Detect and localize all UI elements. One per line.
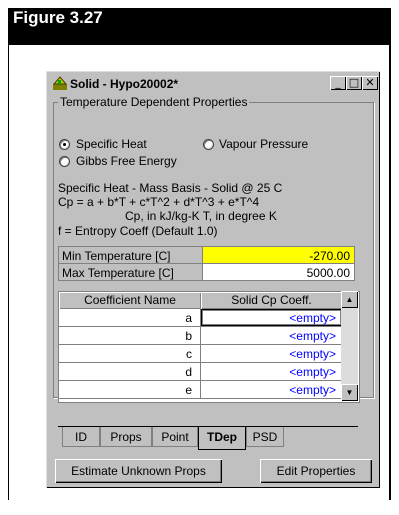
- radio-selected-dot: [63, 143, 66, 146]
- scroll-down-icon[interactable]: ▼: [341, 384, 358, 401]
- solid-cp-coeff-header[interactable]: Solid Cp Coeff.: [201, 292, 342, 309]
- info-line-2: Cp = a + b*T + c*T^2 + d*T^3 + e*T^4: [58, 195, 260, 209]
- table-row-name: e: [59, 381, 201, 399]
- coefficient-name-header[interactable]: Coefficient Name: [59, 292, 201, 309]
- min-temp-label: Min Temperature [C]: [58, 246, 203, 264]
- scroll-up-icon[interactable]: ▲: [341, 291, 358, 308]
- info-line-1: Specific Heat - Mass Basis - Solid @ 25 …: [58, 181, 283, 195]
- tab-tdep[interactable]: TDep: [198, 427, 246, 450]
- vapour-pressure-radio[interactable]: [203, 139, 214, 150]
- coeff-cell[interactable]: <empty>: [201, 345, 342, 363]
- info-line-3: Cp, in kJ/kg-K T, in degree K: [125, 209, 277, 223]
- max-temp-value[interactable]: 5000.00: [202, 263, 355, 281]
- estimate-unknown-props-button[interactable]: Estimate Unknown Props: [55, 459, 222, 483]
- tab-psd[interactable]: PSD: [246, 427, 284, 447]
- gibbs-label[interactable]: Gibbs Free Energy: [76, 154, 177, 168]
- vapour-pressure-label[interactable]: Vapour Pressure: [219, 137, 308, 151]
- min-temp-value[interactable]: -270.00: [202, 246, 355, 264]
- window-title: Solid - Hypo20002*: [70, 77, 179, 91]
- table-row-name: a: [59, 309, 201, 327]
- max-temp-label: Max Temperature [C]: [58, 263, 203, 281]
- table-row-name: c: [59, 345, 201, 363]
- table-row-name: d: [59, 363, 201, 381]
- close-button[interactable]: ✕: [362, 76, 378, 90]
- figure-label: Figure 3.27: [13, 8, 103, 27]
- table-row-name: b: [59, 327, 201, 345]
- info-line-4: f = Entropy Coeff (Default 1.0): [58, 224, 218, 238]
- specific-heat-label[interactable]: Specific Heat: [76, 137, 147, 151]
- maximize-button[interactable]: □: [346, 76, 362, 90]
- tab-props[interactable]: Props: [100, 427, 152, 447]
- coeff-cell[interactable]: <empty>: [201, 309, 342, 327]
- figure-left-border: [8, 45, 9, 500]
- specific-heat-radio[interactable]: [59, 139, 70, 150]
- coefficient-grid: Coefficient Name Solid Cp Coeff. a <empt…: [58, 291, 360, 403]
- tab-id[interactable]: ID: [62, 427, 100, 447]
- coeff-cell[interactable]: <empty>: [201, 327, 342, 345]
- group-title: Temperature Dependent Properties: [58, 95, 250, 109]
- vertical-scrollbar[interactable]: ▲ ▼: [341, 291, 358, 401]
- tab-point[interactable]: Point: [152, 427, 198, 447]
- minimize-button[interactable]: _: [330, 76, 346, 90]
- figure-right-border: [389, 45, 391, 500]
- coeff-cell[interactable]: <empty>: [201, 363, 342, 381]
- coeff-cell[interactable]: <empty>: [201, 381, 342, 399]
- edit-properties-button[interactable]: Edit Properties: [260, 459, 372, 483]
- gibbs-radio[interactable]: [59, 156, 70, 167]
- solid-component-icon: [52, 75, 68, 91]
